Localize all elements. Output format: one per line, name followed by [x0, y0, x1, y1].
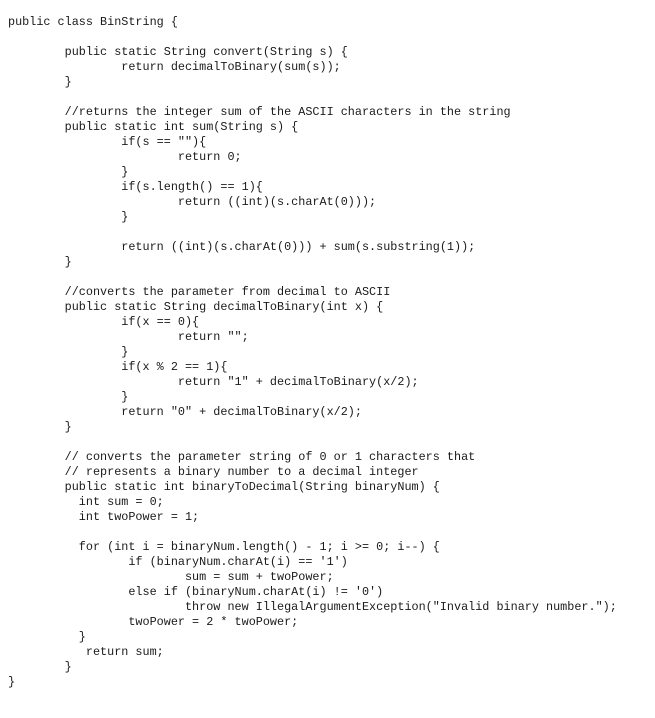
code-line: throw new IllegalArgumentException("Inva… — [8, 600, 617, 614]
code-line: if(s == ""){ — [8, 135, 207, 149]
code-line: public static String decimalToBinary(int… — [8, 300, 384, 314]
code-line: return decimalToBinary(sum(s)); — [8, 60, 341, 74]
code-line: else if (binaryNum.charAt(i) != '0') — [8, 585, 384, 599]
code-listing: public class BinString { public static S… — [8, 15, 617, 690]
code-line: twoPower = 2 * twoPower; — [8, 615, 299, 629]
code-line: return ((int)(s.charAt(0))) + sum(s.subs… — [8, 240, 476, 254]
code-line: for (int i = binaryNum.length() - 1; i >… — [8, 540, 440, 554]
code-line: return "0" + decimalToBinary(x/2); — [8, 405, 362, 419]
code-line: // represents a binary number to a decim… — [8, 465, 419, 479]
code-line: // converts the parameter string of 0 or… — [8, 450, 476, 464]
code-line: //converts the parameter from decimal to… — [8, 285, 391, 299]
code-line: } — [8, 210, 129, 224]
code-line: } — [8, 630, 86, 644]
code-line: return 0; — [8, 150, 242, 164]
code-line: //returns the integer sum of the ASCII c… — [8, 105, 511, 119]
code-line: } — [8, 420, 72, 434]
code-line: return "1" + decimalToBinary(x/2); — [8, 375, 419, 389]
code-line: } — [8, 390, 129, 404]
code-line: int sum = 0; — [8, 495, 164, 509]
code-line: } — [8, 660, 72, 674]
code-line: return ""; — [8, 330, 249, 344]
code-line: return sum; — [8, 645, 164, 659]
code-line: public static int sum(String s) { — [8, 120, 299, 134]
code-line: } — [8, 255, 72, 269]
code-line: sum = sum + twoPower; — [8, 570, 334, 584]
code-line: } — [8, 165, 129, 179]
code-line: if (binaryNum.charAt(i) == '1') — [8, 555, 348, 569]
code-line: if(s.length() == 1){ — [8, 180, 263, 194]
code-line: public static int binaryToDecimal(String… — [8, 480, 440, 494]
code-line: if(x == 0){ — [8, 315, 200, 329]
code-line: } — [8, 675, 16, 689]
code-line: int twoPower = 1; — [8, 510, 200, 524]
code-line: } — [8, 345, 129, 359]
code-line: public class BinString { — [8, 15, 178, 29]
code-line: if(x % 2 == 1){ — [8, 360, 228, 374]
code-line: return ((int)(s.charAt(0))); — [8, 195, 377, 209]
code-line: public static String convert(String s) { — [8, 45, 348, 59]
code-line: } — [8, 75, 72, 89]
